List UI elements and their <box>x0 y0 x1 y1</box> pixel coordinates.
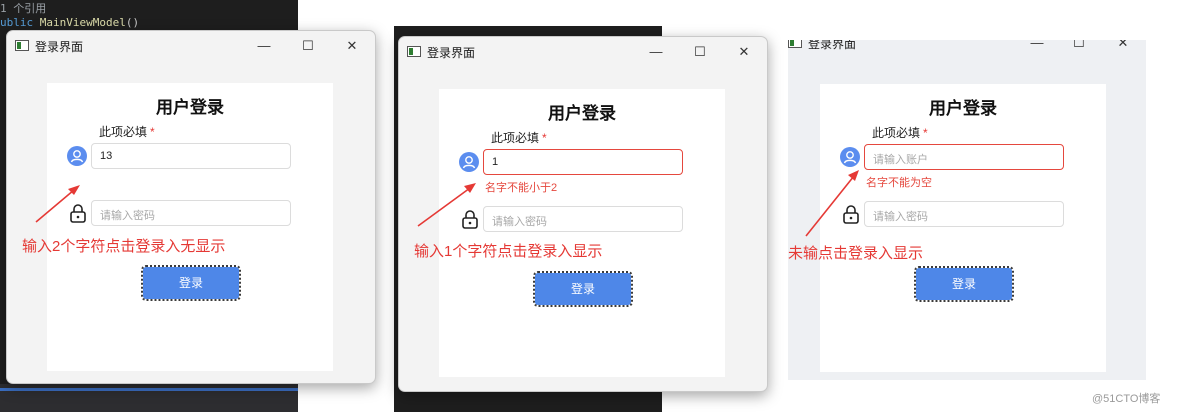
login-button[interactable]: 登录 <box>533 271 633 307</box>
annotation-1: 输入2个字符点击登录入无显示 <box>22 238 226 255</box>
login-form: 用户登录 此项必填 * 13 请输入密码 登录 <box>47 83 333 371</box>
password-input[interactable]: 请输入密码 <box>864 201 1064 227</box>
ide-scroll-highlight <box>0 388 298 391</box>
minimize-button[interactable]: — <box>641 41 671 63</box>
form-heading: 用户登录 <box>548 104 616 123</box>
login-button[interactable]: 登录 <box>141 265 241 301</box>
reference-count: 1 个引用 <box>0 2 47 15</box>
title-bar[interactable]: 登录界面 — ☐ ✕ <box>7 31 375 61</box>
lock-icon <box>462 210 478 229</box>
user-icon <box>459 152 479 172</box>
user-icon <box>67 146 87 166</box>
annotation-2: 输入1个字符点击登录入显示 <box>414 243 603 260</box>
username-error: 名字不能为空 <box>866 177 932 189</box>
maximize-button[interactable]: ☐ <box>1064 40 1094 54</box>
code-keyword: ublic <box>0 16 34 29</box>
username-input[interactable]: 13 <box>91 143 291 169</box>
code-function-name: MainViewModel <box>39 16 126 29</box>
window-title: 登录界面 <box>427 46 476 60</box>
code-snippet: 1 个引用 ublic MainViewModel() <box>0 2 139 30</box>
user-icon <box>840 147 860 167</box>
required-text: 此项必填 <box>99 125 148 139</box>
minimize-button[interactable]: — <box>1022 40 1052 54</box>
login-form: 用户登录 此项必填 * 请输入账户 名字不能为空 请输入密码 登录 <box>820 84 1106 372</box>
login-window-3: 登录界面 — ☐ ✕ 用户登录 此项必填 * 请输入账户 名字不能为空 请输入密码… <box>788 40 1146 380</box>
username-input[interactable]: 1 <box>483 149 683 175</box>
required-star: * <box>150 125 155 139</box>
title-bar[interactable]: 登录界面 — ☐ ✕ <box>788 40 1146 58</box>
window-title: 登录界面 <box>808 40 857 51</box>
app-icon <box>788 40 802 48</box>
login-form: 用户登录 此项必填 * 1 名字不能小于2 请输入密码 登录 <box>439 89 725 377</box>
required-star: * <box>542 131 547 145</box>
close-button[interactable]: ✕ <box>1108 40 1138 54</box>
login-window-2: 登录界面 — ☐ ✕ 用户登录 此项必填 * 1 名字不能小于2 请输入密码 登录 <box>398 36 768 392</box>
app-icon <box>407 46 421 57</box>
required-label: 此项必填 * <box>872 124 928 141</box>
login-button[interactable]: 登录 <box>914 266 1014 302</box>
close-button[interactable]: ✕ <box>337 35 367 57</box>
form-heading: 用户登录 <box>156 98 224 117</box>
login-window-1: 登录界面 — ☐ ✕ 用户登录 此项必填 * 13 请输入密码 登录 <box>6 30 376 384</box>
code-paren: () <box>125 16 140 29</box>
required-label: 此项必填 * <box>491 129 547 146</box>
lock-icon <box>843 205 859 224</box>
app-icon <box>15 40 29 51</box>
required-text: 此项必填 <box>872 126 921 140</box>
password-input[interactable]: 请输入密码 <box>91 200 291 226</box>
username-input[interactable]: 请输入账户 <box>864 144 1064 170</box>
maximize-button[interactable]: ☐ <box>293 35 323 57</box>
minimize-button[interactable]: — <box>249 35 279 57</box>
window-title: 登录界面 <box>35 40 84 54</box>
watermark: @51CTO博客 <box>1092 393 1161 405</box>
lock-icon <box>70 204 86 223</box>
close-button[interactable]: ✕ <box>729 41 759 63</box>
password-input[interactable]: 请输入密码 <box>483 206 683 232</box>
required-label: 此项必填 * <box>99 123 155 140</box>
required-text: 此项必填 <box>491 131 540 145</box>
username-error: 名字不能小于2 <box>485 182 558 194</box>
required-star: * <box>923 126 928 140</box>
form-heading: 用户登录 <box>929 99 997 118</box>
annotation-3: 未输点击登录入显示 <box>788 245 924 262</box>
maximize-button[interactable]: ☐ <box>685 41 715 63</box>
title-bar[interactable]: 登录界面 — ☐ ✕ <box>399 37 767 67</box>
